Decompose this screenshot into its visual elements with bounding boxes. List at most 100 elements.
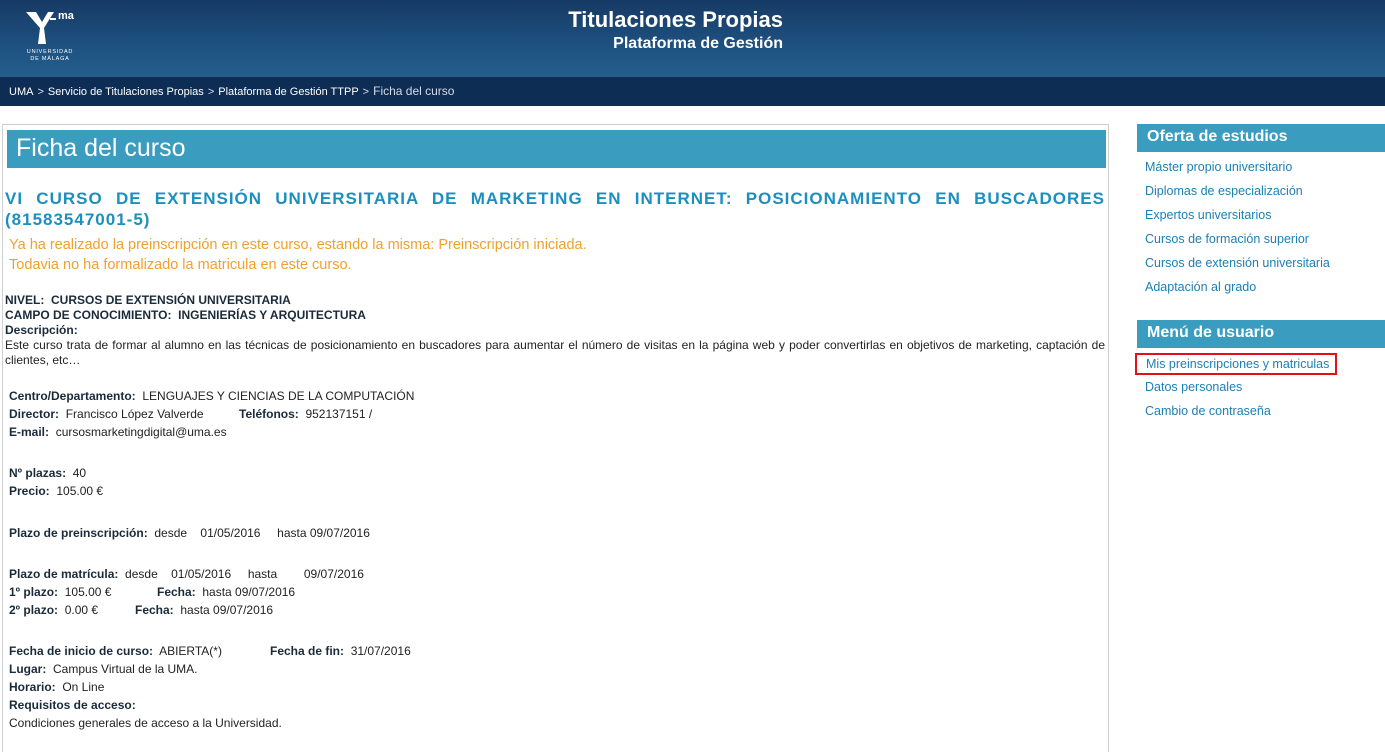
sidebar-link-master[interactable]: Máster propio universitario	[1145, 160, 1292, 174]
nivel-label: NIVEL:	[5, 293, 45, 307]
sidebar-link-formacion-superior[interactable]: Cursos de formación superior	[1145, 232, 1309, 246]
lugar-label: Lugar:	[9, 662, 47, 676]
horario-row: Horario: On Line	[9, 680, 104, 694]
plazo1-label: 1º plazo:	[9, 585, 59, 599]
precio-row: Precio: 105.00 €	[9, 484, 103, 498]
horario-label: Horario:	[9, 680, 56, 694]
sidebar-link-mis-preinscripciones[interactable]: Mis preinscripciones y matriculas	[1135, 353, 1338, 375]
breadcrumb-current: Ficha del curso	[373, 84, 455, 98]
logo-university-text: UNIVERSIDAD DE MÁLAGA	[22, 49, 78, 63]
plazas-label: Nº plazas:	[9, 466, 67, 480]
horario-value: On Line	[62, 680, 105, 694]
sidebar-link-datos-personales[interactable]: Datos personales	[1145, 380, 1242, 394]
oferta-estudios-header: Oferta de estudios	[1137, 124, 1385, 152]
site-title: Titulaciones Propias	[568, 7, 783, 32]
preinscription-status: Ya ha realizado la preinscripción en est…	[9, 237, 587, 253]
centro-value: LENGUAJES Y CIENCIAS DE LA COMPUTACIÓN	[142, 389, 415, 403]
sidebar-link-expertos[interactable]: Expertos universitarios	[1145, 208, 1271, 222]
nivel-row: NIVEL: CURSOS DE EXTENSIÓN UNIVERSITARIA	[5, 293, 291, 307]
plazo2-label: 2º plazo:	[9, 603, 59, 617]
plazo1-value: 105.00 €	[64, 585, 112, 599]
email-value: cursosmarketingdigital@uma.es	[55, 425, 227, 439]
plazo1-fecha-value: hasta 09/07/2016	[202, 585, 296, 599]
requisitos-value-row: Condiciones generales de acceso a la Uni…	[9, 716, 282, 730]
preinscripcion-row: Plazo de preinscripción: desde 01/05/201…	[9, 526, 370, 540]
inicio-row: Fecha de inicio de curso: ABIERTA(*)	[9, 644, 222, 658]
inicio-label: Fecha de inicio de curso:	[9, 644, 154, 658]
breadcrumb: UMA > Servicio de Titulaciones Propias > Pla…	[9, 84, 454, 98]
course-description: Este curso trata de formar al alumno en …	[5, 338, 1105, 367]
requisitos-label: Requisitos de acceso:	[9, 698, 136, 712]
telefonos-label: Teléfonos:	[239, 407, 299, 421]
breadcrumb-uma[interactable]: UMA	[9, 86, 33, 98]
campo-row: CAMPO DE CONOCIMIENTO: INGENIERÍAS Y ARQ…	[5, 308, 366, 322]
matricula-desde: desde	[125, 567, 158, 581]
plazo2-fecha-value: hasta 09/07/2016	[180, 603, 274, 617]
breadcrumb-separator: >	[362, 86, 370, 98]
preinscripcion-label: Plazo de preinscripción:	[9, 526, 148, 540]
descripcion-label: Descripción:	[5, 323, 78, 337]
course-detail-panel: Ficha del curso VI CURSO DE EXTENSIÓN UN…	[2, 124, 1109, 752]
breadcrumb-bar: UMA > Servicio de Titulaciones Propias > Pla…	[0, 76, 1385, 106]
matricula-row: Plazo de matrícula: desde 01/05/2016 has…	[9, 567, 364, 581]
matricula-desde-fecha: 01/05/2016	[171, 567, 232, 581]
fin-value: 31/07/2016	[350, 644, 411, 658]
descripcion-label-row: Descripción:	[5, 323, 78, 337]
preinscripcion-hasta: hasta 09/07/2016	[277, 526, 370, 540]
matricula-label: Plazo de matrícula:	[9, 567, 119, 581]
sidebar-link-adaptacion-grado[interactable]: Adaptación al grado	[1145, 280, 1256, 294]
inicio-value: ABIERTA(*)	[159, 644, 222, 658]
lugar-value: Campus Virtual de la UMA.	[53, 662, 198, 676]
plazo2-value: 0.00 €	[64, 603, 99, 617]
sidebar-link-extension-universitaria[interactable]: Cursos de extensión universitaria	[1145, 256, 1330, 270]
email-label: E-mail:	[9, 425, 50, 439]
precio-label: Precio:	[9, 484, 50, 498]
breadcrumb-separator: >	[37, 86, 44, 98]
logo-line-1: UNIVERSIDAD	[26, 49, 74, 55]
director-value: Francisco López Valverde	[65, 407, 204, 421]
fin-row: Fecha de fin: 31/07/2016	[270, 644, 411, 658]
logo-line-2: DE MÁLAGA	[30, 56, 70, 62]
breadcrumb-plataforma[interactable]: Plataforma de Gestión TTPP	[218, 86, 358, 98]
requisitos-label-row: Requisitos de acceso:	[9, 698, 136, 712]
page-header: ma UNIVERSIDAD DE MÁLAGA Titulaciones Pr…	[0, 0, 1385, 76]
director-label: Director:	[9, 407, 60, 421]
logo-ma-text: ma	[58, 10, 74, 22]
course-title: VI CURSO DE EXTENSIÓN UNIVERSITARIA DE M…	[5, 189, 1105, 229]
nivel-value: CURSOS DE EXTENSIÓN UNIVERSITARIA	[51, 293, 291, 307]
menu-usuario-header: Menú de usuario	[1137, 320, 1385, 348]
plazo2-fecha-row: Fecha: hasta 09/07/2016	[135, 603, 273, 617]
lugar-row: Lugar: Campus Virtual de la UMA.	[9, 662, 198, 676]
plazo1-fecha-row: Fecha: hasta 09/07/2016	[157, 585, 295, 599]
centro-label: Centro/Departamento:	[9, 389, 136, 403]
requisitos-value: Condiciones generales de acceso a la Uni…	[9, 716, 282, 730]
page-title: Ficha del curso	[7, 130, 1106, 168]
breadcrumb-servicio[interactable]: Servicio de Titulaciones Propias	[48, 86, 204, 98]
fin-label: Fecha de fin:	[270, 644, 345, 658]
plazo1-fecha-label: Fecha:	[157, 585, 196, 599]
uma-logo-icon	[26, 12, 56, 44]
uma-logo[interactable]: ma UNIVERSIDAD DE MÁLAGA	[22, 8, 82, 66]
sidebar-link-cambio-contrasena[interactable]: Cambio de contraseña	[1145, 404, 1271, 418]
plazo1-row: 1º plazo: 105.00 €	[9, 585, 111, 599]
breadcrumb-separator: >	[207, 86, 215, 98]
matricula-hasta-fecha: 09/07/2016	[303, 567, 364, 581]
matricula-hasta: hasta	[247, 567, 278, 581]
campo-label: CAMPO DE CONOCIMIENTO:	[5, 308, 172, 322]
telefonos-row: Teléfonos: 952137151 /	[239, 407, 372, 421]
campo-value: INGENIERÍAS Y ARQUITECTURA	[178, 308, 366, 322]
precio-value: 105.00 €	[56, 484, 104, 498]
centro-row: Centro/Departamento: LENGUAJES Y CIENCIA…	[9, 389, 414, 403]
telefonos-value: 952137151 /	[305, 407, 373, 421]
plazas-value: 40	[72, 466, 87, 480]
plazo2-fecha-label: Fecha:	[135, 603, 174, 617]
plazas-row: Nº plazas: 40	[9, 466, 86, 480]
sidebar-link-diplomas[interactable]: Diplomas de especialización	[1145, 184, 1303, 198]
director-row: Director: Francisco López Valverde	[9, 407, 204, 421]
preinscripcion-desde-fecha: 01/05/2016	[200, 526, 261, 540]
site-subtitle: Plataforma de Gestión	[613, 35, 783, 52]
preinscripcion-desde: desde	[154, 526, 188, 540]
plazo2-row: 2º plazo: 0.00 €	[9, 603, 98, 617]
email-row: E-mail: cursosmarketingdigital@uma.es	[9, 425, 227, 439]
enrollment-status: Todavia no ha formalizado la matricula e…	[9, 257, 352, 273]
